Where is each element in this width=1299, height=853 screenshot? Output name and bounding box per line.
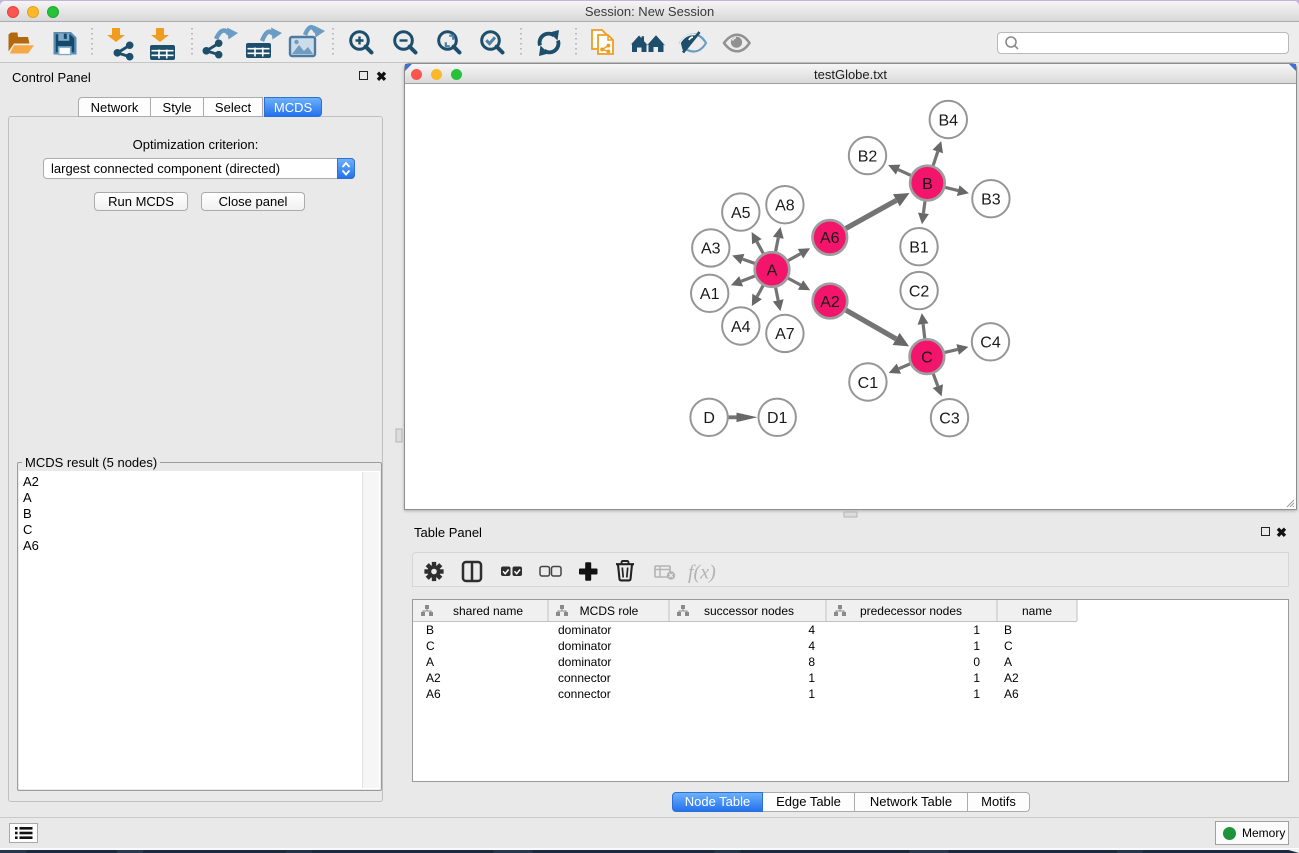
svg-text:C: C bbox=[426, 639, 435, 653]
svg-text:B: B bbox=[922, 176, 933, 193]
svg-text:1: 1 bbox=[973, 639, 980, 653]
svg-text:D: D bbox=[703, 410, 715, 427]
svg-text:C1: C1 bbox=[858, 375, 879, 392]
svg-text:A: A bbox=[1004, 655, 1012, 669]
svg-text:4: 4 bbox=[808, 623, 815, 637]
svg-text:A4: A4 bbox=[731, 319, 751, 336]
svg-text:dominator: dominator bbox=[558, 623, 611, 637]
svg-text:connector: connector bbox=[558, 687, 611, 701]
svg-text:B: B bbox=[1004, 623, 1012, 637]
svg-text:C2: C2 bbox=[909, 283, 930, 300]
svg-text:B: B bbox=[426, 623, 434, 637]
svg-text:successor nodes: successor nodes bbox=[704, 604, 794, 618]
svg-text:A2: A2 bbox=[820, 294, 840, 311]
svg-text:C: C bbox=[1004, 639, 1013, 653]
svg-text:A6: A6 bbox=[426, 687, 441, 701]
svg-text:1: 1 bbox=[808, 671, 815, 685]
svg-text:B1: B1 bbox=[909, 240, 929, 257]
svg-text:dominator: dominator bbox=[558, 655, 611, 669]
svg-text:B2: B2 bbox=[858, 148, 878, 165]
svg-text:1: 1 bbox=[973, 623, 980, 637]
svg-text:connector: connector bbox=[558, 671, 611, 685]
svg-text:C: C bbox=[921, 349, 933, 366]
svg-text:B4: B4 bbox=[939, 112, 959, 129]
svg-text:A6: A6 bbox=[820, 230, 840, 247]
svg-text:A7: A7 bbox=[775, 326, 795, 343]
svg-text:A1: A1 bbox=[700, 286, 720, 303]
svg-text:C3: C3 bbox=[939, 411, 960, 428]
svg-text:A2: A2 bbox=[1004, 671, 1019, 685]
svg-text:1: 1 bbox=[808, 687, 815, 701]
svg-text:A2: A2 bbox=[426, 671, 441, 685]
svg-text:f(x): f(x) bbox=[688, 562, 716, 584]
svg-text:A5: A5 bbox=[731, 205, 751, 222]
svg-text:1: 1 bbox=[973, 687, 980, 701]
svg-text:name: name bbox=[1022, 604, 1052, 618]
svg-text:predecessor nodes: predecessor nodes bbox=[860, 604, 962, 618]
svg-text:A8: A8 bbox=[775, 198, 795, 215]
svg-text:D1: D1 bbox=[767, 410, 788, 427]
svg-text:A6: A6 bbox=[1004, 687, 1019, 701]
svg-text:A: A bbox=[426, 655, 434, 669]
svg-text:1: 1 bbox=[973, 671, 980, 685]
svg-text:A3: A3 bbox=[701, 241, 721, 258]
svg-text:shared name: shared name bbox=[453, 604, 523, 618]
svg-text:4: 4 bbox=[808, 639, 815, 653]
svg-text:dominator: dominator bbox=[558, 639, 611, 653]
svg-text:MCDS role: MCDS role bbox=[580, 604, 639, 618]
svg-text:B3: B3 bbox=[981, 192, 1001, 209]
svg-text:0: 0 bbox=[973, 655, 980, 669]
svg-text:C4: C4 bbox=[980, 335, 1001, 352]
svg-text:A: A bbox=[767, 262, 778, 279]
svg-text:8: 8 bbox=[808, 655, 815, 669]
